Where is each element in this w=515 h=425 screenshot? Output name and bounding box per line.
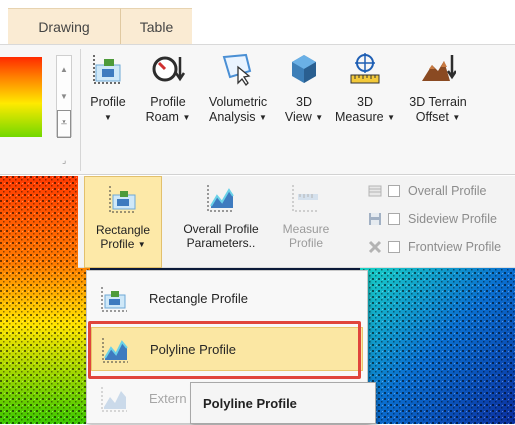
menu-item-label: Polyline Profile <box>150 342 236 357</box>
profile-dropdown-caret: ▼ <box>104 113 112 122</box>
rectangle-profile-icon <box>101 287 127 312</box>
profile-icon <box>93 55 122 84</box>
3d-terrain-offset-label-2: Offset ▼ <box>415 110 461 124</box>
rectangle-profile-label-2: Profile ▼ <box>100 237 146 251</box>
3d-view-label-1: 3D <box>296 95 312 109</box>
3d-measure-label-2: Measure ▼ <box>334 110 396 124</box>
3d-measure-icon <box>350 53 380 84</box>
sideview-profile-checkbox-label: Sideview Profile <box>408 212 497 226</box>
expand-gallery-icon[interactable]: ⩡ <box>57 110 71 138</box>
profile-roam-icon <box>152 56 186 82</box>
frontview-profile-checkbox-row: Frontview Profile <box>368 236 501 258</box>
ribbon-tab-strip: Drawing Table <box>0 0 515 44</box>
overall-profile-checkbox-row: Overall Profile <box>368 180 487 202</box>
3d-view-label-2: View ▼ <box>284 110 324 124</box>
3d-terrain-offset-label-1: 3D Terrain <box>409 95 467 109</box>
rectangle-profile-split-button[interactable]: Rectangle Profile ▼ <box>84 176 162 268</box>
tab-drawing[interactable]: Drawing <box>8 8 120 44</box>
tooltip: Polyline Profile <box>190 382 376 424</box>
scroll-down-icon[interactable]: ▼ <box>57 83 71 110</box>
scroll-up-icon[interactable]: ▲ <box>57 56 71 83</box>
sideview-profile-checkbox[interactable] <box>388 213 400 225</box>
frontview-profile-checkbox[interactable] <box>388 241 400 253</box>
3d-view-label-2-text: View <box>284 110 312 124</box>
overall-profile-checkbox-label: Overall Profile <box>408 184 487 198</box>
overall-profile-parameters-button[interactable]: Overall Profile Parameters.. <box>166 176 276 268</box>
menu-item-rectangle-profile[interactable]: Rectangle Profile <box>91 277 363 321</box>
3d-measure-label-1: 3D <box>357 95 373 109</box>
menu-item-label: Rectangle Profile <box>149 291 248 306</box>
frontview-profile-checkbox-label: Frontview Profile <box>408 240 502 254</box>
color-ramp-swatch[interactable] <box>0 57 42 137</box>
group-divider <box>80 49 81 171</box>
overall-profile-parameters-label-1: Overall Profile <box>183 222 259 236</box>
volumetric-analysis-icon <box>222 53 252 87</box>
overall-profile-parameters-label-2: Parameters.. <box>186 236 256 250</box>
delete-icon <box>368 240 382 254</box>
3d-view-button[interactable]: 3D View ▼ <box>282 51 326 151</box>
color-ramp-scroller[interactable]: ▲ ▼ ⩡ <box>56 55 72 138</box>
profile-roam-button[interactable]: Profile Roam ▼ <box>140 51 196 151</box>
volumetric-analysis-label-1: Volumetric <box>208 95 268 109</box>
profile-button[interactable]: Profile ▼ <box>84 51 132 151</box>
profile-roam-label-2-text: Roam <box>145 110 179 124</box>
measure-profile-icon <box>292 185 319 212</box>
measure-profile-label-2: Profile <box>288 236 323 250</box>
volumetric-analysis-button[interactable]: Volumetric Analysis ▼ <box>200 51 276 151</box>
rectangle-profile-label-2-text: Profile <box>100 237 135 251</box>
rectangle-profile-label-1: Rectangle <box>95 223 151 237</box>
profile-roam-label-1: Profile <box>150 95 186 109</box>
save-icon <box>369 213 381 225</box>
3d-terrain-offset-label-2-text: Offset <box>415 110 449 124</box>
dialog-launcher-icon[interactable]: ⌟ <box>62 155 72 165</box>
tab-table[interactable]: Table <box>120 8 192 44</box>
menu-item-label: Extern <box>149 391 187 406</box>
menu-item-polyline-profile[interactable]: Polyline Profile <box>91 327 363 371</box>
3d-terrain-offset-button[interactable]: 3D Terrain Offset ▼ <box>402 51 474 151</box>
measure-profile-button: Measure Profile <box>274 176 338 268</box>
extern-profile-icon <box>101 387 127 412</box>
polyline-profile-icon <box>102 338 128 363</box>
3d-measure-label-2-text: Measure <box>334 110 384 124</box>
rectangle-profile-icon <box>109 186 136 213</box>
profile-roam-label-2: Roam ▼ <box>145 110 191 124</box>
overall-profile-parameters-icon <box>207 185 234 212</box>
measure-profile-label-1: Measure <box>282 222 330 236</box>
3d-measure-button[interactable]: 3D Measure ▼ <box>334 51 396 151</box>
3d-terrain-offset-icon <box>422 55 456 81</box>
profile-sub-toolbar: Rectangle Profile ▼ Overall Profile Para… <box>78 176 515 268</box>
profile-label: Profile <box>90 95 126 109</box>
overall-profile-checkbox[interactable] <box>388 185 400 197</box>
ribbon-panel: ▲ ▼ ⩡ ⌟ Profile ▼ Profile Roam ▼ Volumet… <box>0 44 515 175</box>
volumetric-analysis-label-2-text: Analysis <box>209 110 256 124</box>
sideview-profile-checkbox-row: Sideview Profile <box>368 208 497 230</box>
volumetric-analysis-label-2: Analysis ▼ <box>209 110 267 124</box>
table-icon <box>368 185 382 197</box>
3d-view-icon <box>292 55 316 83</box>
